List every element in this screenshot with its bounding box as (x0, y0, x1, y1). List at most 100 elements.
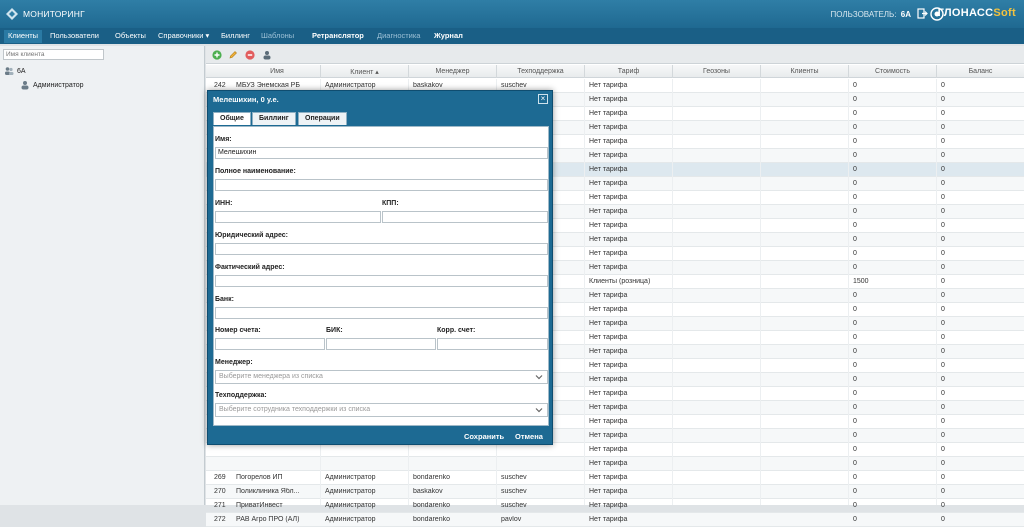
tree-item-label: Администратор (33, 81, 84, 89)
tab-general[interactable]: Общие (213, 112, 251, 125)
menu-clients[interactable]: Клиенты (4, 30, 43, 43)
cell-balance: 0 (941, 96, 945, 103)
manager-placeholder: Выберите менеджера из списка (219, 373, 323, 380)
col-cost[interactable]: Стоимость (849, 68, 936, 75)
app-logo-icon (6, 8, 18, 20)
actual-address-field[interactable] (215, 275, 548, 287)
tree-item-admin[interactable]: Администратор (20, 80, 84, 90)
cell-cost: 0 (853, 320, 857, 327)
col-balance[interactable]: Баланс (937, 68, 1024, 75)
legal-address-field[interactable] (215, 243, 548, 255)
fullname-field[interactable] (215, 179, 548, 191)
column-divider (672, 79, 673, 505)
fullname-label: Полное наименование: (215, 168, 296, 175)
column-divider (760, 79, 761, 505)
user-assign-icon[interactable] (262, 50, 272, 60)
user-name[interactable]: 6А (901, 10, 911, 19)
menu-diagnostics[interactable]: Диагностика (377, 31, 420, 40)
inn-field[interactable] (215, 211, 381, 223)
cell-client: Администратор (325, 474, 376, 481)
cell-tariff: Нет тарифа (589, 404, 628, 411)
edit-icon[interactable] (228, 50, 238, 60)
col-manager[interactable]: Менеджер (409, 68, 496, 75)
save-button[interactable]: Сохранить (464, 432, 504, 441)
bank-label: Банк: (215, 296, 234, 303)
col-tariff[interactable]: Тариф (585, 68, 672, 75)
table-row[interactable]: Нет тарифа 0 0 (206, 457, 1024, 471)
name-label: Имя: (215, 136, 232, 143)
cell-tariff: Нет тарифа (589, 348, 628, 355)
cell-balance: 0 (941, 432, 945, 439)
cell-cost: 0 (853, 264, 857, 271)
cell-balance: 0 (941, 124, 945, 131)
col-clients[interactable]: Клиенты (761, 68, 848, 75)
cell-name: Поликлиника Ябл... (236, 488, 300, 495)
cell-balance: 0 (941, 250, 945, 257)
name-field[interactable]: Мелешихин (215, 147, 548, 159)
cell-tariff: Нет тарифа (589, 306, 628, 313)
grid-toolbar (206, 46, 1024, 64)
actual-address-label: Фактический адрес: (215, 264, 285, 271)
manager-select[interactable]: Выберите менеджера из списка (215, 370, 548, 384)
cell-tariff: Нет тарифа (589, 138, 628, 145)
menu-objects[interactable]: Объекты (115, 31, 146, 40)
account-field[interactable] (215, 338, 325, 350)
cell-cost: 0 (853, 194, 857, 201)
cell-client: Администратор (325, 502, 376, 509)
cell-cost: 0 (853, 124, 857, 131)
table-row[interactable]: 270 Поликлиника Ябл... Администратор baskak… (206, 485, 1024, 499)
cell-cost: 0 (853, 362, 857, 369)
tab-billing[interactable]: Биллинг (252, 112, 296, 125)
kpp-field[interactable] (382, 211, 548, 223)
cell-cost: 0 (853, 446, 857, 453)
cancel-button[interactable]: Отмена (515, 432, 543, 441)
users-group-icon (5, 67, 14, 75)
cell-balance: 0 (941, 236, 945, 243)
bik-field[interactable] (326, 338, 436, 350)
cell-balance: 0 (941, 348, 945, 355)
cell-balance: 0 (941, 488, 945, 495)
close-icon[interactable]: × (538, 94, 548, 104)
cell-cost: 0 (853, 376, 857, 383)
cell-tariff: Нет тарифа (589, 236, 628, 243)
cell-tariff: Нет тарифа (589, 124, 628, 131)
cell-support: pavlov (501, 516, 522, 523)
delete-icon[interactable] (245, 50, 255, 60)
logout-icon[interactable] (917, 8, 928, 19)
cell-cost: 0 (853, 516, 857, 523)
table-row[interactable]: 272 РАВ Агро ПРО (АЛ) Администратор bondare… (206, 513, 1024, 527)
cell-client: Администратор (325, 82, 376, 89)
col-client[interactable]: Клиент ▴ (321, 68, 408, 76)
support-select[interactable]: Выберите сотрудника техподдержки из спис… (215, 403, 548, 417)
menu-templates[interactable]: Шаблоны (261, 31, 294, 40)
menu-users[interactable]: Пользователи (50, 31, 99, 40)
tree-root[interactable]: 6А (4, 66, 26, 76)
cell-manager: bondarenko (413, 516, 450, 523)
col-name[interactable]: Имя (226, 68, 328, 75)
menu-retranslator[interactable]: Ретранслятор (312, 31, 364, 40)
bik-label: БИК: (326, 327, 343, 334)
cell-name: ПриватИнвест (236, 502, 283, 509)
table-row[interactable]: 271 ПриватИнвест Администратор bondarenko su… (206, 499, 1024, 513)
table-row[interactable]: Нет тарифа 0 0 (206, 443, 1024, 457)
user-label: ПОЛЬЗОВАТЕЛЬ: (830, 10, 897, 19)
menu-journal[interactable]: Журнал (434, 31, 463, 40)
cell-balance: 0 (941, 404, 945, 411)
add-icon[interactable] (212, 50, 222, 60)
cell-balance: 0 (941, 446, 945, 453)
col-support[interactable]: Техподдержка (497, 68, 584, 75)
menu-references[interactable]: Справочники ▾ (158, 31, 209, 40)
cell-tariff: Нет тарифа (589, 292, 628, 299)
corr-account-field[interactable] (437, 338, 548, 350)
cell-tariff: Нет тарифа (589, 110, 628, 117)
tab-operations[interactable]: Операции (298, 112, 347, 125)
cell-tariff: Нет тарифа (589, 334, 628, 341)
support-placeholder: Выберите сотрудника техподдержки из спис… (219, 406, 371, 413)
table-row[interactable]: 269 Погорелов ИП Администратор bondarenko su… (206, 471, 1024, 485)
bank-field[interactable] (215, 307, 548, 319)
cell-tariff: Нет тарифа (589, 432, 628, 439)
menu-billing[interactable]: Биллинг (221, 31, 250, 40)
cell-tariff: Нет тарифа (589, 376, 628, 383)
col-geozones[interactable]: Геозоны (673, 68, 760, 75)
client-search-input[interactable] (3, 49, 104, 60)
